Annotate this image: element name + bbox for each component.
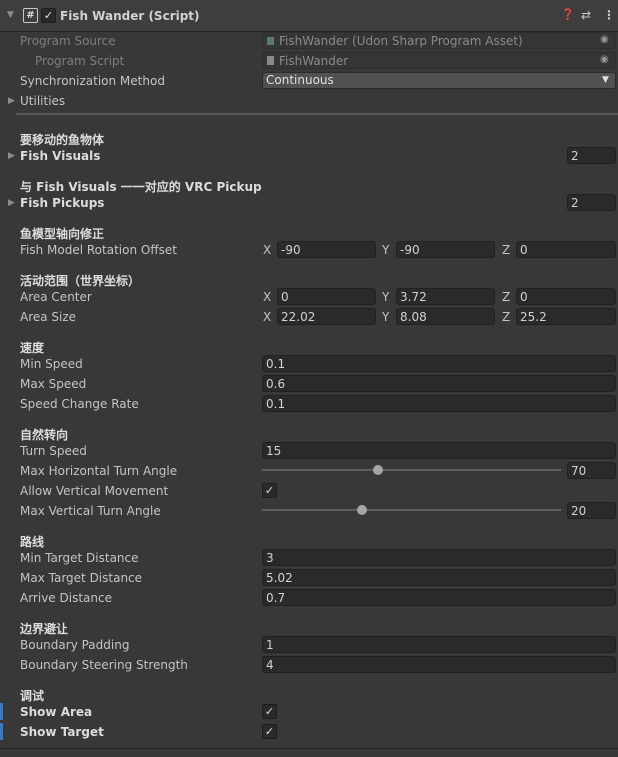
max-horizontal-turn-slider-thumb[interactable] xyxy=(373,465,384,475)
sync-method-dropdown[interactable]: Continuous xyxy=(262,72,616,89)
component-enabled-checkbox[interactable]: ✓ xyxy=(41,8,56,23)
fish-pickups-fold-icon[interactable]: ▶ xyxy=(8,198,15,208)
section-header-fish-move: 要移动的鱼物体 xyxy=(20,133,105,147)
program-script-value: FishWander xyxy=(279,54,349,68)
show-area-label: Show Area xyxy=(20,705,93,719)
max-vertical-turn-label: Max Vertical Turn Angle xyxy=(20,504,161,518)
program-source-value: FishWander (Udon Sharp Program Asset) xyxy=(279,34,523,48)
turn-speed-label: Turn Speed xyxy=(20,444,87,458)
sync-method-value: Continuous xyxy=(266,73,334,87)
max-horizontal-turn-field[interactable]: 70 xyxy=(567,462,616,479)
area-center-y-field[interactable]: 3.72 xyxy=(396,288,495,305)
sync-method-label: Synchronization Method xyxy=(20,74,165,88)
program-script-label: Program Script xyxy=(35,54,125,68)
max-speed-label: Max Speed xyxy=(20,377,87,391)
max-horizontal-turn-slider-track[interactable] xyxy=(262,469,561,471)
component-title: Fish Wander (Script) xyxy=(60,9,200,23)
area-center-z-field[interactable]: 0 xyxy=(516,288,616,305)
axis-z-label: Z xyxy=(502,290,511,304)
axis-x-label: X xyxy=(263,290,272,304)
allow-vertical-checkbox[interactable]: ✓ xyxy=(262,483,277,498)
modified-indicator xyxy=(0,703,3,720)
divider xyxy=(16,113,618,115)
area-size-z-field[interactable]: 25.2 xyxy=(516,308,616,325)
rotation-offset-y-field[interactable]: -90 xyxy=(396,241,495,258)
boundary-steering-label: Boundary Steering Strength xyxy=(20,658,188,672)
boundary-padding-field[interactable]: 1 xyxy=(262,636,616,653)
arrive-distance-field[interactable]: 0.7 xyxy=(262,589,616,606)
axis-y-label: Y xyxy=(382,290,390,304)
boundary-padding-label: Boundary Padding xyxy=(20,638,130,652)
fish-pickups-size-field[interactable]: 2 xyxy=(567,194,616,211)
max-speed-field[interactable]: 0.6 xyxy=(262,375,616,392)
show-target-label: Show Target xyxy=(20,725,104,739)
max-vertical-turn-slider-thumb[interactable] xyxy=(356,505,367,515)
rotation-offset-label: Fish Model Rotation Offset xyxy=(20,243,177,257)
area-center-x-field[interactable]: 0 xyxy=(277,288,376,305)
axis-x-label: X xyxy=(263,310,272,324)
bottom-border xyxy=(0,748,618,749)
fish-visuals-fold-icon[interactable]: ▶ xyxy=(8,151,15,161)
section-header-area: 活动范围（世界坐标） xyxy=(20,274,141,288)
min-target-distance-field[interactable]: 3 xyxy=(262,549,616,566)
min-target-distance-label: Min Target Distance xyxy=(20,551,139,565)
section-header-speed: 速度 xyxy=(20,341,45,355)
fish-visuals-size-field[interactable]: 2 xyxy=(567,147,616,164)
axis-x-label: X xyxy=(263,243,272,257)
program-script-field[interactable]: FishWander xyxy=(262,52,616,69)
min-speed-field[interactable]: 0.1 xyxy=(262,355,616,372)
max-horizontal-turn-label: Max Horizontal Turn Angle xyxy=(20,464,178,478)
axis-y-label: Y xyxy=(382,310,390,324)
section-header-pickup: 与 Fish Visuals 一一对应的 VRC Pickup xyxy=(20,180,262,194)
section-header-debug: 调试 xyxy=(20,689,45,703)
target-icon[interactable]: ◉ xyxy=(600,54,609,65)
utilities-foldout[interactable]: Utilities xyxy=(20,94,65,108)
menu-icon[interactable]: ⋮ xyxy=(603,8,615,22)
area-center-label: Area Center xyxy=(20,290,92,304)
target-icon[interactable]: ◉ xyxy=(600,34,609,45)
rotation-offset-z-field[interactable]: 0 xyxy=(516,241,616,258)
show-area-checkbox[interactable]: ✓ xyxy=(262,704,277,719)
show-target-checkbox[interactable]: ✓ xyxy=(262,724,277,739)
section-header-turning: 自然转向 xyxy=(20,428,69,442)
section-header-boundary: 边界避让 xyxy=(20,622,69,636)
max-target-distance-label: Max Target Distance xyxy=(20,571,143,585)
script-icon: # xyxy=(23,8,38,23)
speed-change-rate-label: Speed Change Rate xyxy=(20,397,139,411)
min-speed-label: Min Speed xyxy=(20,357,83,371)
section-header-path: 路线 xyxy=(20,535,45,549)
area-size-x-field[interactable]: 22.02 xyxy=(277,308,376,325)
allow-vertical-label: Allow Vertical Movement xyxy=(20,484,169,498)
presets-icon[interactable]: ⇄ xyxy=(581,8,591,22)
axis-y-label: Y xyxy=(382,243,390,257)
axis-z-label: Z xyxy=(502,310,511,324)
program-source-label: Program Source xyxy=(20,34,116,48)
max-vertical-turn-field[interactable]: 20 xyxy=(567,502,616,519)
section-header-rotation: 鱼模型轴向修正 xyxy=(20,227,105,241)
max-target-distance-field[interactable]: 5.02 xyxy=(262,569,616,586)
modified-indicator xyxy=(0,723,3,740)
arrive-distance-label: Arrive Distance xyxy=(20,591,112,605)
program-asset-icon xyxy=(267,37,274,45)
area-size-y-field[interactable]: 8.08 xyxy=(396,308,495,325)
program-source-field[interactable]: FishWander (Udon Sharp Program Asset) xyxy=(262,32,616,49)
help-icon[interactable]: ❓ xyxy=(561,8,575,21)
speed-change-rate-field[interactable]: 0.1 xyxy=(262,395,616,412)
script-file-icon xyxy=(267,56,274,65)
foldout-arrow-icon[interactable]: ▼ xyxy=(7,10,14,20)
rotation-offset-x-field[interactable]: -90 xyxy=(277,241,376,258)
chevron-down-icon: ▼ xyxy=(602,75,609,85)
utilities-fold-icon[interactable]: ▶ xyxy=(8,96,15,106)
axis-z-label: Z xyxy=(502,243,511,257)
fish-pickups-foldout[interactable]: Fish Pickups xyxy=(20,196,104,210)
fish-visuals-foldout[interactable]: Fish Visuals xyxy=(20,149,100,163)
area-size-label: Area Size xyxy=(20,310,77,324)
boundary-steering-field[interactable]: 4 xyxy=(262,656,616,673)
max-vertical-turn-slider-track[interactable] xyxy=(262,509,561,511)
turn-speed-field[interactable]: 15 xyxy=(262,442,616,459)
